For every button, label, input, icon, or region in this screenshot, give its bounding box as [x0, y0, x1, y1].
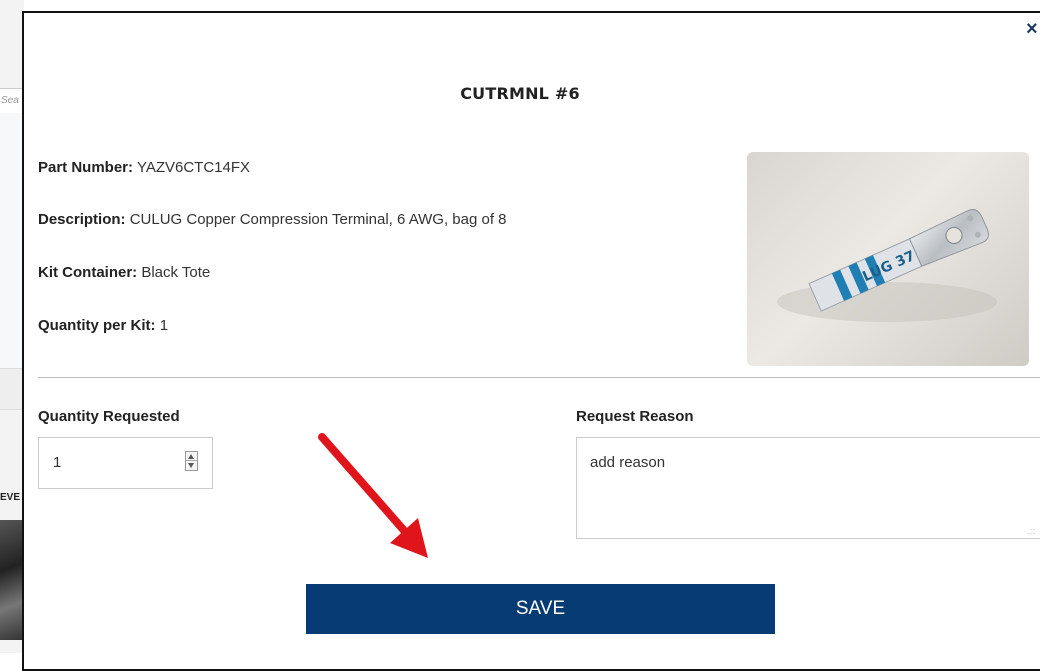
part-number-value: YAZV6CTC14FX: [136, 159, 251, 176]
request-reason-value: add reason: [590, 454, 666, 471]
spinner-down-icon[interactable]: [188, 463, 194, 468]
quantity-requested-label: Quantity Requested: [38, 408, 180, 425]
resize-handle-icon[interactable]: .::: [1027, 527, 1035, 536]
spinner-divider: [186, 460, 197, 461]
background-row: [0, 368, 24, 410]
part-number-field: Part Number: YAZV6CTC14FX: [38, 159, 250, 176]
description-label: Description:: [38, 211, 126, 228]
kit-container-label: Kit Container:: [38, 264, 138, 281]
background-label: EVE: [0, 492, 21, 503]
description-value: CULUG Copper Compression Terminal, 6 AWG…: [129, 211, 507, 228]
product-image: LUG 37: [747, 152, 1029, 366]
section-divider: [38, 377, 1040, 378]
spinner-up-icon[interactable]: [188, 454, 194, 459]
quantity-per-kit-label: Quantity per Kit:: [38, 317, 156, 334]
kit-container-field: Kit Container: Black Tote: [38, 264, 210, 281]
quantity-stepper[interactable]: 1: [38, 437, 213, 489]
close-icon[interactable]: ×: [1026, 19, 1038, 39]
save-button[interactable]: SAVE: [306, 584, 775, 634]
quantity-spinner[interactable]: [185, 451, 198, 471]
quantity-requested-value: 1: [53, 454, 62, 471]
request-reason-label: Request Reason: [576, 408, 694, 425]
kit-container-value: Black Tote: [141, 264, 211, 281]
request-reason-textarea[interactable]: add reason .::: [576, 437, 1040, 539]
background-image: [0, 520, 24, 640]
background-panel: [0, 113, 24, 368]
part-number-label: Part Number:: [38, 159, 134, 176]
description-field: Description: CULUG Copper Compression Te…: [38, 211, 507, 228]
modal-title: CUTRMNL #6: [460, 84, 580, 103]
quantity-per-kit-value: 1: [159, 317, 169, 334]
quantity-per-kit-field: Quantity per Kit: 1: [38, 317, 168, 334]
